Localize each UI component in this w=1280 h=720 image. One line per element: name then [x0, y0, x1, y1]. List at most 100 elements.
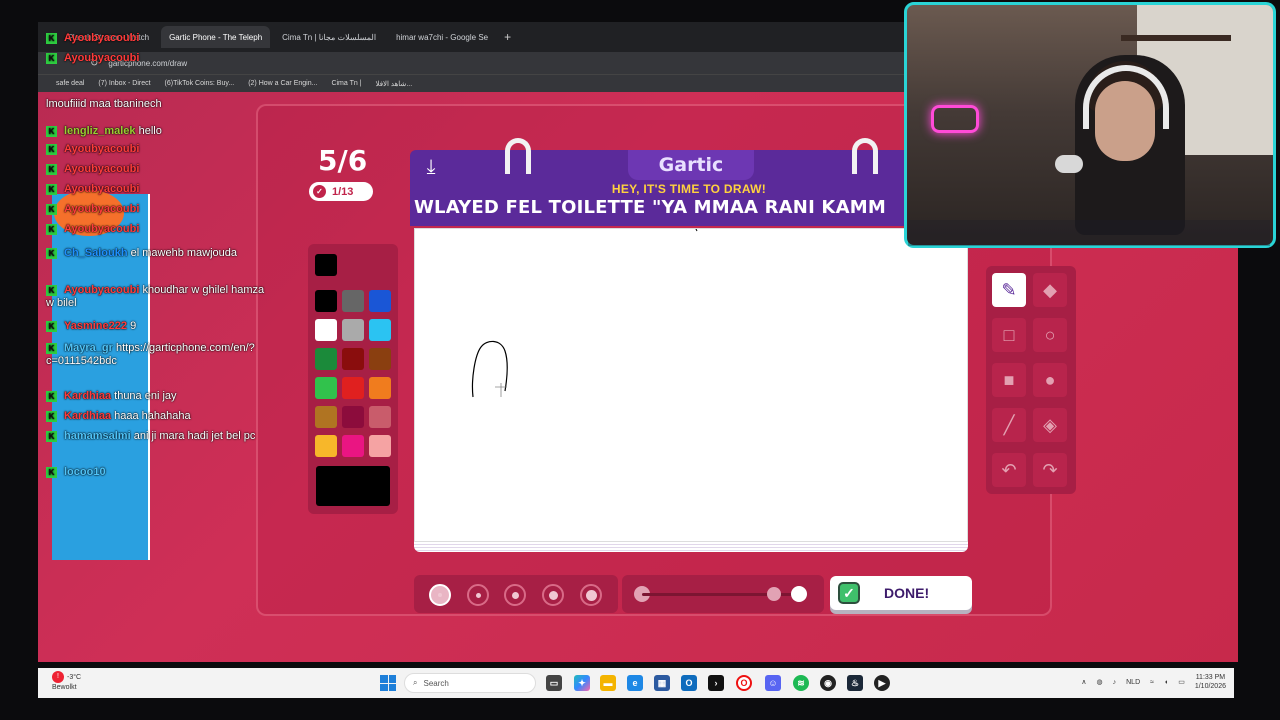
- bookmark-item[interactable]: (6)TikTok Coins: Buy...: [165, 80, 235, 87]
- chat-username[interactable]: Ayoubyacoubi: [64, 223, 139, 235]
- round-counter: 5/6: [318, 144, 368, 177]
- opacity-mid-knob: [767, 587, 781, 601]
- ellipse-outline-icon[interactable]: ○: [1033, 318, 1067, 352]
- color-swatch[interactable]: [315, 435, 337, 457]
- chat-username[interactable]: Ayoubyacoubi: [64, 52, 139, 64]
- wifi-icon[interactable]: ≈: [1150, 679, 1154, 686]
- color-swatch[interactable]: [342, 406, 364, 428]
- color-swatch-selected[interactable]: [315, 254, 337, 276]
- chat-username[interactable]: locoo10: [64, 466, 106, 478]
- kick-badge-icon: K: [46, 390, 57, 402]
- kick-badge-icon: K: [46, 163, 57, 175]
- brush-size-2[interactable]: [467, 584, 489, 606]
- clock[interactable]: 11:33 PM 1/10/2026: [1195, 673, 1226, 691]
- color-swatch[interactable]: [369, 377, 391, 399]
- brush-size-3[interactable]: [504, 584, 526, 606]
- color-swatch[interactable]: [369, 319, 391, 341]
- eraser-icon[interactable]: ◆: [1033, 273, 1067, 307]
- steam-icon[interactable]: ♨: [847, 675, 863, 691]
- tab-cima[interactable]: Cima Tn | المسلسلات مجانا: [274, 26, 384, 48]
- pen-icon[interactable]: ✎: [992, 273, 1026, 307]
- sketch-strokes: [471, 226, 698, 398]
- color-swatch[interactable]: [369, 290, 391, 312]
- brush-size-5[interactable]: [580, 584, 602, 606]
- chevron-up-icon[interactable]: ∧: [1081, 678, 1086, 686]
- chat-username[interactable]: Ayoubyacoubi: [64, 163, 139, 175]
- undo-icon[interactable]: ↶: [992, 453, 1026, 487]
- chat-username[interactable]: Yasmine222: [64, 320, 127, 332]
- opacity-slider[interactable]: [622, 575, 824, 613]
- chat-username[interactable]: lengliz_malek: [64, 125, 136, 137]
- weather-widget[interactable]: ! -3°C Bewolkt: [52, 671, 81, 692]
- battery-icon[interactable]: ▭: [1178, 678, 1185, 686]
- volume-icon[interactable]: ◖: [1164, 679, 1168, 686]
- chat-username[interactable]: Ayoubyacoubi: [64, 143, 139, 155]
- color-swatch[interactable]: [315, 377, 337, 399]
- chat-username[interactable]: hamamsalmi: [64, 430, 131, 442]
- kick-badge-icon: K: [46, 410, 57, 422]
- taskbar-search[interactable]: ⌕ Search: [404, 673, 536, 693]
- color-swatch[interactable]: [342, 435, 364, 457]
- color-swatch[interactable]: [369, 348, 391, 370]
- chat-username[interactable]: Ch_Saloukh: [64, 247, 128, 259]
- color-swatch[interactable]: [369, 406, 391, 428]
- brush-size-1[interactable]: [429, 584, 451, 606]
- outlook-icon[interactable]: O: [681, 675, 697, 691]
- rectangle-fill-icon[interactable]: ■: [992, 363, 1026, 397]
- chat-username[interactable]: Kardhiaa: [64, 410, 111, 422]
- color-swatch[interactable]: [315, 406, 337, 428]
- store-icon[interactable]: ▦: [654, 675, 670, 691]
- bookmark-item[interactable]: safe deal: [56, 80, 84, 87]
- chat-username[interactable]: Mayra_gr: [64, 342, 113, 354]
- color-swatch[interactable]: [342, 348, 364, 370]
- discord-icon[interactable]: ☺: [765, 675, 781, 691]
- brush-size-4[interactable]: [542, 584, 564, 606]
- sketch-stroke: [694, 226, 698, 232]
- chat-username[interactable]: Ayoubyacoubi: [64, 203, 139, 215]
- done-button[interactable]: ✓ DONE!: [830, 576, 972, 610]
- opera-icon[interactable]: O: [736, 675, 752, 691]
- redo-icon[interactable]: ↷: [1033, 453, 1067, 487]
- spotify-icon[interactable]: ≋: [793, 675, 809, 691]
- copilot-icon[interactable]: ✦: [574, 675, 590, 691]
- color-swatch[interactable]: [315, 290, 337, 312]
- color-swatch[interactable]: [342, 319, 364, 341]
- kick-badge-icon: K: [46, 223, 57, 235]
- chat-username[interactable]: Ayoubyacoubi: [64, 32, 139, 44]
- taskbar: ! -3°C Bewolkt ⌕ Search ▭ ✦ ▬ e ▦ O › O ☺…: [38, 668, 1234, 698]
- mic-icon[interactable]: ♪: [1113, 679, 1117, 686]
- color-swatch[interactable]: [369, 435, 391, 457]
- opacity-handle[interactable]: [791, 586, 807, 602]
- chat-message: lmoufiiid maa tbaninech: [46, 98, 266, 111]
- network-icon[interactable]: ◍: [1097, 678, 1103, 686]
- language-indicator[interactable]: NLD: [1126, 679, 1140, 686]
- download-icon[interactable]: ⤓: [420, 156, 442, 178]
- new-tab-icon[interactable]: +: [504, 30, 511, 44]
- color-swatch[interactable]: [315, 319, 337, 341]
- color-swatch[interactable]: [342, 377, 364, 399]
- bookmark-item[interactable]: شاهد الافلا...: [376, 80, 413, 88]
- color-swatch[interactable]: [342, 290, 364, 312]
- task-view-icon[interactable]: ▭: [546, 675, 562, 691]
- tab-google[interactable]: himar wa7chi - Google Se: [388, 26, 496, 48]
- edge-icon[interactable]: e: [627, 675, 643, 691]
- terminal-icon[interactable]: ›: [708, 675, 724, 691]
- rectangle-outline-icon[interactable]: □: [992, 318, 1026, 352]
- chat-username[interactable]: Ayoubyacoubi: [64, 183, 139, 195]
- obs-icon[interactable]: ◉: [820, 675, 836, 691]
- start-icon[interactable]: [380, 675, 396, 691]
- chat-username[interactable]: Ayoubyacoubi: [64, 284, 139, 296]
- drawing-canvas[interactable]: [414, 226, 968, 542]
- bookmark-item[interactable]: (2) How a Car Engin...: [248, 80, 317, 87]
- check-icon: ✓: [838, 582, 860, 604]
- chat-username[interactable]: Kardhiaa: [64, 390, 111, 402]
- media-player-icon[interactable]: ▶: [874, 675, 890, 691]
- line-icon[interactable]: ╱: [992, 408, 1026, 442]
- ellipse-fill-icon[interactable]: ●: [1033, 363, 1067, 397]
- file-explorer-icon[interactable]: ▬: [600, 675, 616, 691]
- chat-text: ani ji mara hadi jet bel pc: [133, 430, 256, 442]
- bucket-icon[interactable]: ◈: [1033, 408, 1067, 442]
- color-swatch[interactable]: [315, 348, 337, 370]
- bookmark-item[interactable]: Cima Tn |: [331, 80, 361, 87]
- bookmark-item[interactable]: (7) Inbox - Direct: [98, 80, 150, 87]
